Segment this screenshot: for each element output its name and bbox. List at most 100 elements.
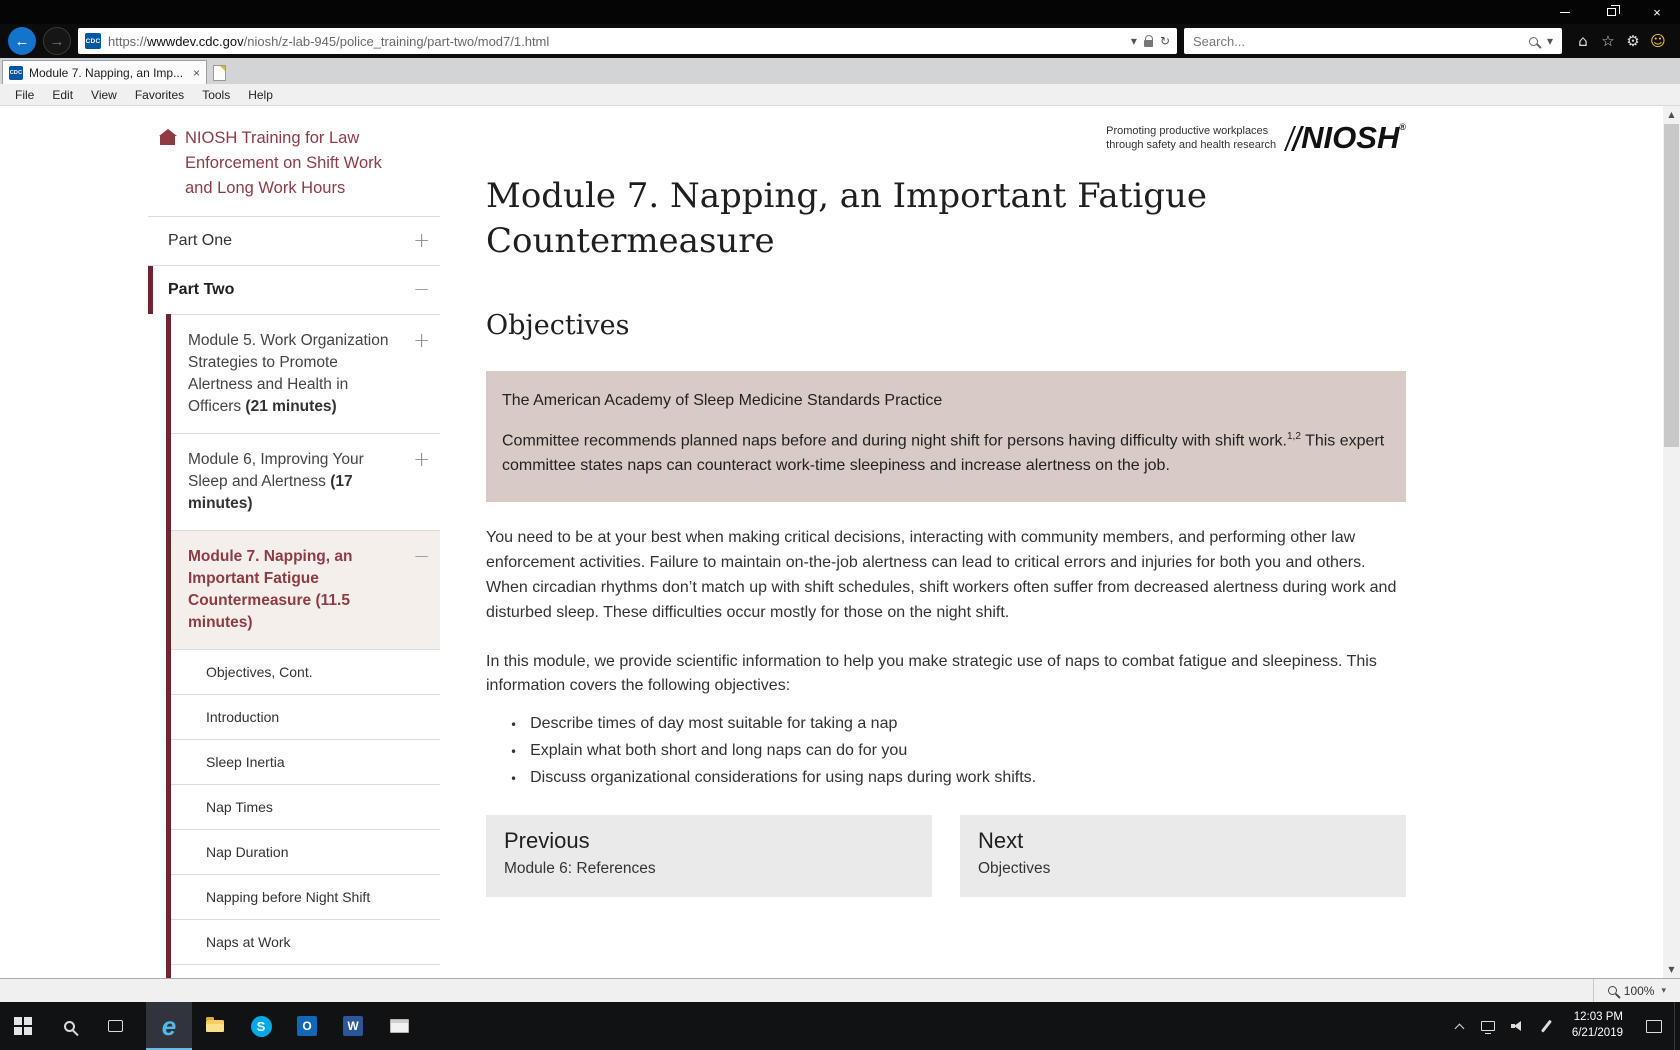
page-title: Module 7. Napping, an Important Fatigue …: [486, 174, 1406, 264]
taskbar-file-explorer[interactable]: [192, 1002, 238, 1050]
app-window-icon: [390, 1019, 409, 1033]
close-icon: ×: [1653, 5, 1661, 20]
sidebar-item-naps-at-work[interactable]: Naps at Work: [171, 919, 440, 964]
scrollbar-thumb[interactable]: [1664, 124, 1679, 447]
minimize-icon: [1560, 12, 1570, 13]
menu-edit[interactable]: Edit: [43, 88, 82, 102]
lock-icon: [1144, 40, 1153, 47]
address-bar[interactable]: CDC https://wwwdev.cdc.gov/niosh/z-lab-9…: [78, 28, 1177, 54]
show-desktop-button[interactable]: [1674, 1002, 1680, 1050]
scroll-down-icon[interactable]: ▼: [1663, 961, 1680, 978]
expand-plus-icon[interactable]: +: [413, 228, 430, 252]
next-page-card[interactable]: Next Objectives: [960, 815, 1406, 897]
expand-plus-icon[interactable]: +: [413, 326, 430, 354]
forward-button[interactable]: →: [43, 27, 71, 55]
search-icon: [64, 1021, 75, 1032]
refresh-icon[interactable]: ↻: [1160, 34, 1170, 48]
back-button[interactable]: ←: [8, 27, 36, 55]
taskbar-internet-explorer[interactable]: e: [146, 1002, 192, 1050]
niosh-logo: NIOSH ®: [1286, 120, 1406, 156]
sidebar-item-module-6[interactable]: Module 6, Improving Your Sleep and Alert…: [171, 433, 440, 530]
tray-network[interactable]: [1474, 1002, 1503, 1050]
windows-logo-icon: [14, 1017, 32, 1035]
taskbar-search-button[interactable]: [46, 1002, 92, 1050]
search-box[interactable]: Search... ▾: [1184, 28, 1562, 54]
citation-superscript: 1,2: [1287, 431, 1301, 442]
internet-explorer-icon: e: [162, 1013, 176, 1039]
previous-page-card[interactable]: Previous Module 6: References: [486, 815, 932, 897]
sidebar-item-module-5[interactable]: Module 5. Work Organization Strategies t…: [171, 314, 440, 433]
paragraph-1: You need to be at your best when making …: [486, 526, 1406, 625]
clock-date: 6/21/2019: [1572, 1026, 1623, 1042]
sidebar-home-link[interactable]: NIOSH Training for Law Enforcement on Sh…: [148, 120, 440, 216]
search-input[interactable]: Search...: [1193, 34, 1520, 49]
sidebar-item-nap-duration[interactable]: Nap Duration: [171, 829, 440, 874]
favorites-star-icon[interactable]: ☆: [1597, 32, 1619, 50]
scroll-up-icon[interactable]: ▲: [1663, 106, 1680, 123]
bullet-icon: •: [510, 715, 517, 733]
zoom-control[interactable]: 100% ▾: [1593, 979, 1680, 1002]
sidebar-item-part-two[interactable]: Part Two −: [148, 266, 440, 314]
menu-tools[interactable]: Tools: [193, 88, 239, 102]
paragraph-2: In this module, we provide scientific in…: [486, 650, 1406, 700]
taskbar-app-window[interactable]: [376, 1002, 422, 1050]
list-item: •Describe times of day most suitable for…: [510, 715, 1406, 733]
taskbar-skype[interactable]: S: [238, 1002, 284, 1050]
tab-close-icon[interactable]: ×: [193, 66, 200, 80]
action-center-button[interactable]: [1634, 1002, 1674, 1050]
bullet-icon: •: [510, 742, 517, 760]
vertical-scrollbar[interactable]: ▲ ▼: [1663, 106, 1680, 978]
menu-view[interactable]: View: [82, 88, 126, 102]
url-text[interactable]: https://wwwdev.cdc.gov/niosh/z-lab-945/p…: [108, 34, 1124, 49]
sidebar-item-sleep-inertia[interactable]: Sleep Inertia: [171, 739, 440, 784]
system-tray: 12:03 PM 6/21/2019: [1445, 1002, 1680, 1050]
sidebar-item-nap-times[interactable]: Nap Times: [171, 784, 440, 829]
browser-tab[interactable]: CDC Module 7. Napping, an Imp... ×: [2, 60, 207, 84]
pen-icon: [1541, 1020, 1552, 1033]
word-icon: W: [343, 1016, 363, 1036]
section-heading: Objectives: [486, 310, 1406, 341]
home-icon[interactable]: ⌂: [1572, 32, 1594, 50]
tray-expand-button[interactable]: [1445, 1002, 1474, 1050]
course-sidebar: NIOSH Training for Law Enforcement on Sh…: [148, 106, 440, 978]
window-titlebar: ×: [0, 0, 1680, 24]
minimize-button[interactable]: [1542, 0, 1588, 24]
sidebar-item-part-one[interactable]: Part One +: [148, 217, 440, 265]
feedback-smiley-icon[interactable]: ☺: [1647, 32, 1669, 50]
collapse-minus-icon[interactable]: −: [413, 277, 430, 301]
tray-volume[interactable]: [1503, 1002, 1532, 1050]
restore-button[interactable]: [1588, 0, 1634, 24]
sidebar-item-module-7-active[interactable]: Module 7. Napping, an Important Fatigue …: [171, 530, 440, 649]
new-tab-button[interactable]: [207, 62, 231, 84]
search-icon[interactable]: [1529, 37, 1538, 46]
network-icon: [1481, 1021, 1495, 1031]
settings-gear-icon[interactable]: ⚙: [1622, 32, 1644, 50]
objectives-list: •Describe times of day most suitable for…: [486, 715, 1406, 787]
action-center-icon: [1646, 1020, 1662, 1033]
browser-navbar: ← → CDC https://wwwdev.cdc.gov/niosh/z-l…: [0, 24, 1680, 58]
close-button[interactable]: ×: [1634, 0, 1680, 24]
callout-body: Committee recommends planned naps before…: [502, 429, 1390, 479]
tray-pen[interactable]: [1532, 1002, 1561, 1050]
part-two-modules: Module 5. Work Organization Strategies t…: [166, 314, 440, 978]
back-arrow-icon: ←: [15, 33, 30, 50]
taskbar-clock[interactable]: 12:03 PM 6/21/2019: [1561, 1002, 1634, 1050]
menu-help[interactable]: Help: [239, 88, 282, 102]
cdc-favicon: CDC: [85, 33, 101, 49]
start-button[interactable]: [0, 1002, 46, 1050]
expand-plus-icon[interactable]: +: [413, 445, 430, 473]
sidebar-item-introduction[interactable]: Introduction: [171, 694, 440, 739]
search-caret-icon[interactable]: ▾: [1547, 34, 1553, 48]
browser-status-bar: 100% ▾: [0, 978, 1680, 1002]
sidebar-item-napping-before-night-shift[interactable]: Napping before Night Shift: [171, 874, 440, 919]
taskbar-word[interactable]: W: [330, 1002, 376, 1050]
list-item: •Explain what both short and long naps c…: [510, 742, 1406, 760]
menu-file[interactable]: File: [6, 88, 43, 102]
sidebar-item-naps-at-work-cont[interactable]: Naps at Work, Cont.: [171, 964, 440, 978]
autocomplete-caret-icon[interactable]: ▾: [1131, 34, 1137, 48]
task-view-button[interactable]: [92, 1002, 138, 1050]
menu-favorites[interactable]: Favorites: [126, 88, 193, 102]
collapse-minus-icon[interactable]: −: [413, 542, 430, 570]
taskbar-outlook[interactable]: O: [284, 1002, 330, 1050]
sidebar-item-objectives-cont[interactable]: Objectives, Cont.: [171, 649, 440, 694]
